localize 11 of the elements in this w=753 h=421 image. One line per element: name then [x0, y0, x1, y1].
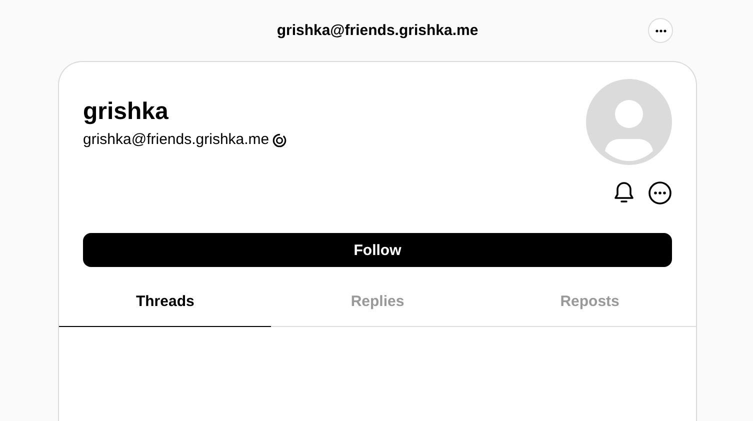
page-title: grishka@friends.grishka.me	[276, 22, 478, 39]
profile-name: grishka	[83, 97, 170, 127]
profile-handle: grishka@friends.grishka.me	[83, 130, 270, 150]
more-button[interactable]	[648, 18, 673, 43]
follow-button[interactable]: Follow	[83, 233, 672, 267]
avatar-icon	[586, 79, 672, 165]
profile-tab[interactable]: Threads	[59, 277, 272, 327]
ring-icon	[272, 132, 288, 148]
more-icon[interactable]	[648, 181, 672, 205]
ellipsis-icon	[654, 28, 666, 32]
bell-icon[interactable]	[613, 181, 635, 205]
